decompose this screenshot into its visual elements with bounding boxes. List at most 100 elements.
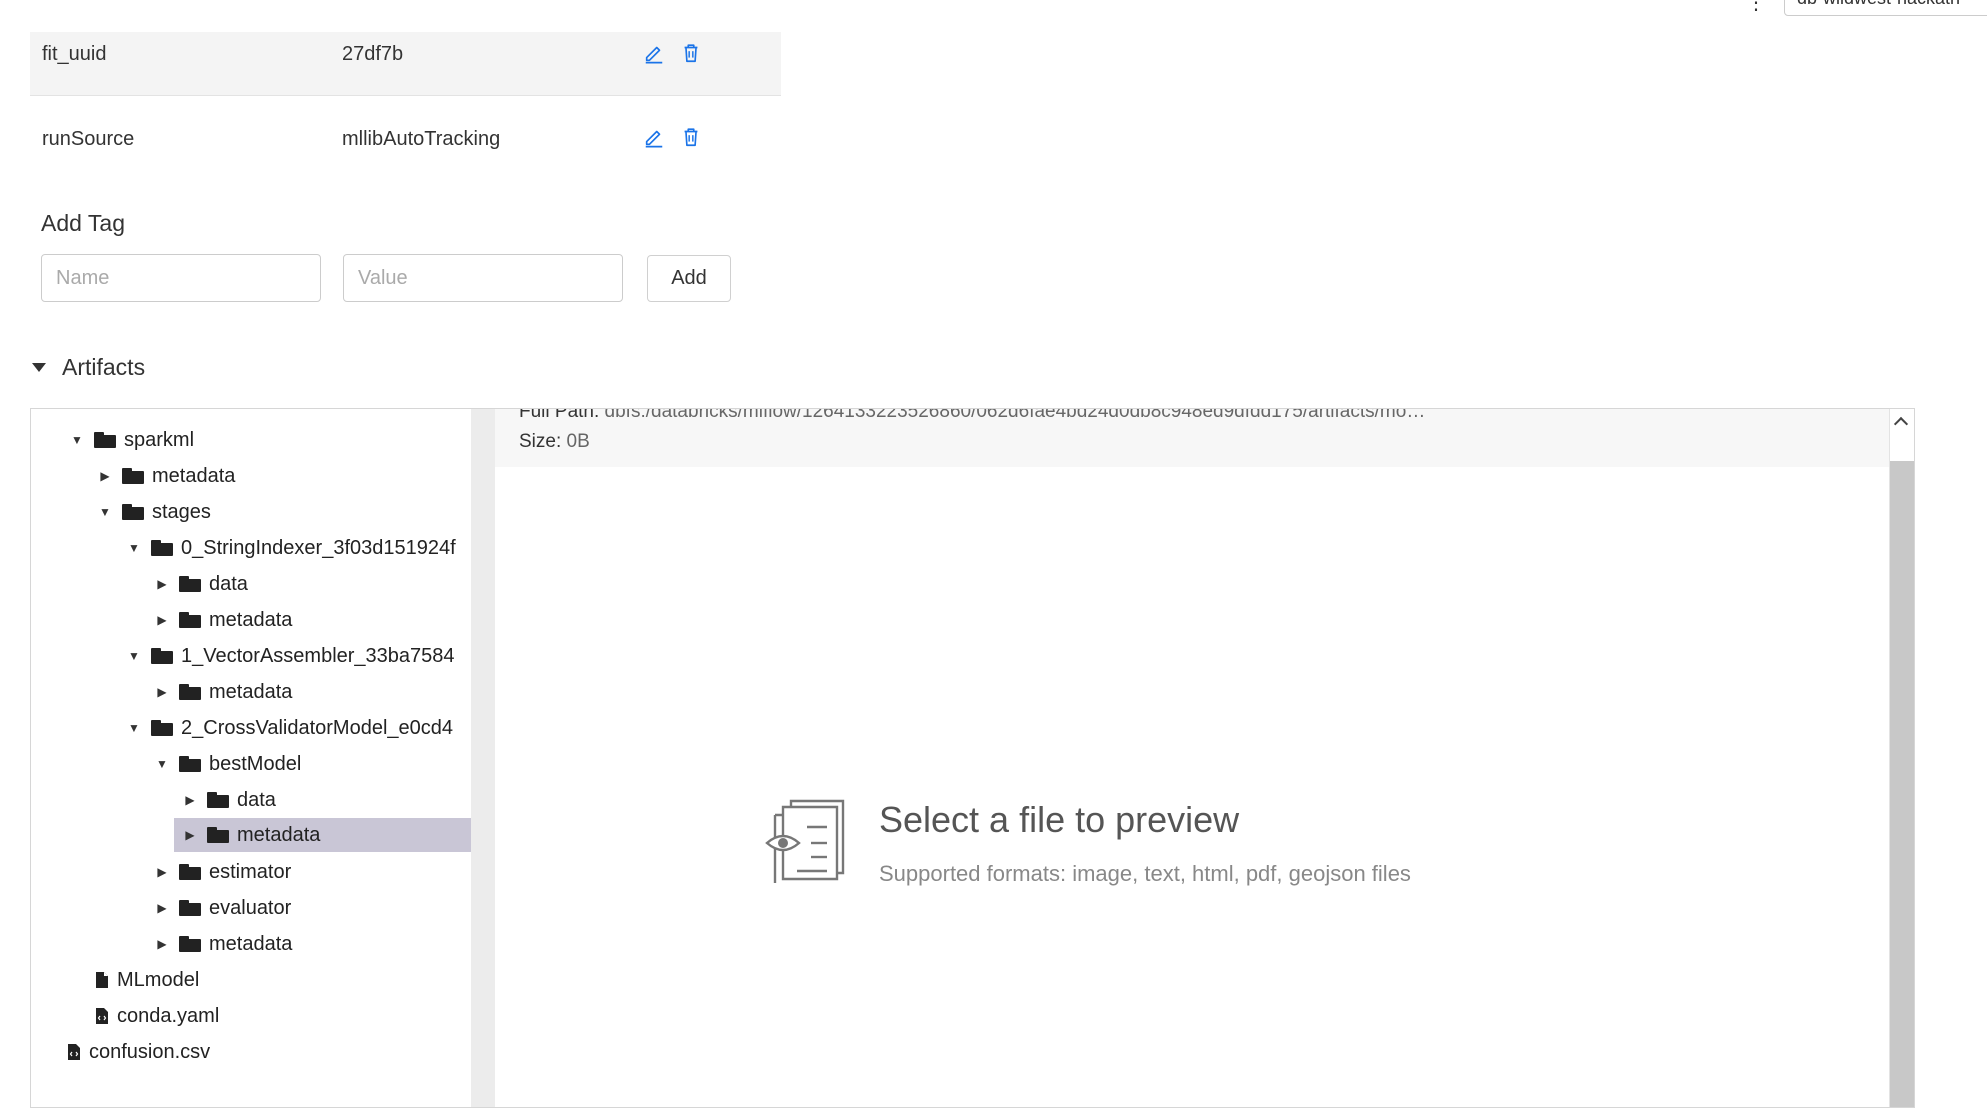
tree-scrollbar[interactable] [471,409,495,1107]
folder-icon [207,827,229,843]
trash-icon[interactable] [680,42,702,64]
edit-icon[interactable] [643,42,665,64]
size-label: Size: [519,431,562,452]
tree-node[interactable]: ▶ data [154,567,248,601]
folder-icon [122,468,144,484]
full-path-value: dbfs:/databricks/mlflow/1264133223526860… [604,408,1426,422]
folder-icon [179,576,201,592]
tag-value: mllibAutoTracking [342,128,501,150]
edit-icon[interactable] [643,126,665,148]
tree-node[interactable]: ▶ metadata [154,927,292,961]
tree-node-label: confusion.csv [89,1040,211,1063]
tree-node[interactable]: ▼ 2_CrossValidatorModel_e0cd4 [126,711,453,745]
folder-icon [179,936,201,952]
tree-node[interactable]: confusion.csv [65,1035,210,1069]
tree-node[interactable]: ▶ estimator [154,855,291,889]
artifacts-title: Artifacts [62,353,146,380]
artifacts-section-toggle[interactable]: Artifacts [30,352,145,382]
tree-node[interactable]: ▶ data [182,783,276,817]
tree-node-label: evaluator [209,896,292,919]
tree-node-label: data [209,572,248,595]
tree-node-label: metadata [209,680,293,703]
tree-node[interactable]: conda.yaml [93,999,219,1033]
folder-icon [122,504,144,520]
tree-node-label: MLmodel [117,968,200,991]
tags-table: fit_uuid 27df7b runSource mllibAutoTrack… [30,32,781,180]
size-value: 0B [566,431,590,452]
tree-node-selected[interactable]: ▶ metadata [174,818,471,852]
tree-node[interactable]: ▶ metadata [154,675,292,709]
tree-node-label: 0_StringIndexer_3f03d151924f [181,536,456,559]
scroll-up-icon[interactable] [1893,416,1909,432]
tree-node[interactable]: ▼ bestModel [154,747,301,781]
toggle-collapsed-icon[interactable]: ▶ [154,613,170,627]
artifact-preview: Full Path: dbfs:/databricks/mlflow/12641… [495,409,1914,1107]
tree-node-label: estimator [209,860,292,883]
tree-node-label: bestModel [209,752,302,775]
tag-name-input[interactable] [41,254,321,302]
tree-node-label: metadata [237,823,321,846]
preview-scrollbar[interactable] [1889,409,1914,1107]
file-icon [96,972,108,988]
artifact-tree: ▼ sparkml ▶ metadata ▼ stages ▼ 0_String… [31,409,471,1107]
add-tag-button[interactable]: Add [647,255,731,302]
scroll-thumb[interactable] [1890,461,1914,1107]
workspace-selector[interactable]: db-wildwest-hackath [1784,0,1987,16]
toggle-collapsed-icon[interactable]: ▶ [97,469,113,483]
tree-node-label: sparkml [124,428,195,451]
folder-icon [207,792,229,808]
artifact-meta: Full Path: dbfs:/databricks/mlflow/12641… [495,409,1895,467]
tree-node-label: 1_VectorAssembler_33ba7584 [181,644,455,667]
toggle-expanded-icon[interactable]: ▼ [97,505,113,519]
folder-icon [151,720,173,736]
more-vertical-icon[interactable]: ⋮ [1746,0,1766,15]
tree-node[interactable]: MLmodel [93,963,199,997]
tag-value: 27df7b [342,43,404,65]
folder-icon [179,612,201,628]
toggle-expanded-icon[interactable]: ▼ [126,721,142,735]
tree-node[interactable]: ▶ evaluator [154,891,291,925]
tag-name: fit_uuid [42,43,107,65]
toggle-expanded-icon[interactable]: ▼ [126,649,142,663]
tag-value-input[interactable] [343,254,623,302]
tree-node-label: conda.yaml [117,1004,220,1027]
file-size: Size: 0B [519,431,590,453]
add-tag-title: Add Tag [41,210,125,236]
toggle-collapsed-icon[interactable]: ▶ [154,901,170,915]
folder-icon [179,900,201,916]
toggle-expanded-icon[interactable]: ▼ [126,541,142,555]
toggle-expanded-icon[interactable]: ▼ [69,433,85,447]
tree-node-label: stages [152,500,211,523]
artifact-panel: ▼ sparkml ▶ metadata ▼ stages ▼ 0_String… [30,408,1915,1108]
toggle-collapsed-icon[interactable]: ▶ [154,685,170,699]
tree-node-label: data [237,788,276,811]
workspace-label: db-wildwest-hackath [1797,0,1960,8]
tree-node[interactable]: ▼ sparkml [69,423,194,457]
folder-icon [94,432,116,448]
empty-title: Select a file to preview [879,799,1240,840]
folder-icon [179,756,201,772]
toggle-collapsed-icon[interactable]: ▶ [182,828,198,842]
tree-node-label: metadata [152,464,236,487]
tree-node[interactable]: ▼ 0_StringIndexer_3f03d151924f [126,531,456,565]
full-path: Full Path: dbfs:/databricks/mlflow/12641… [519,408,1426,423]
tag-name: runSource [42,128,135,150]
tree-node-label: metadata [209,932,293,955]
trash-icon[interactable] [680,126,702,148]
code-file-icon [96,1008,108,1024]
toggle-collapsed-icon[interactable]: ▶ [154,865,170,879]
tree-node[interactable]: ▼ stages [97,495,211,529]
folder-icon [179,684,201,700]
folder-icon [179,864,201,880]
tree-node[interactable]: ▶ metadata [97,459,235,493]
tag-row: runSource mllibAutoTracking [30,96,781,180]
toggle-collapsed-icon[interactable]: ▶ [182,793,198,807]
toggle-expanded-icon[interactable]: ▼ [154,757,170,771]
tree-node[interactable]: ▶ metadata [154,603,292,637]
toggle-collapsed-icon[interactable]: ▶ [154,937,170,951]
tree-node[interactable]: ▼ 1_VectorAssembler_33ba7584 [126,639,455,673]
empty-subtitle: Supported formats: image, text, html, pd… [879,861,1411,886]
tag-row: fit_uuid 27df7b [30,32,781,96]
folder-icon [151,540,173,556]
toggle-collapsed-icon[interactable]: ▶ [154,577,170,591]
